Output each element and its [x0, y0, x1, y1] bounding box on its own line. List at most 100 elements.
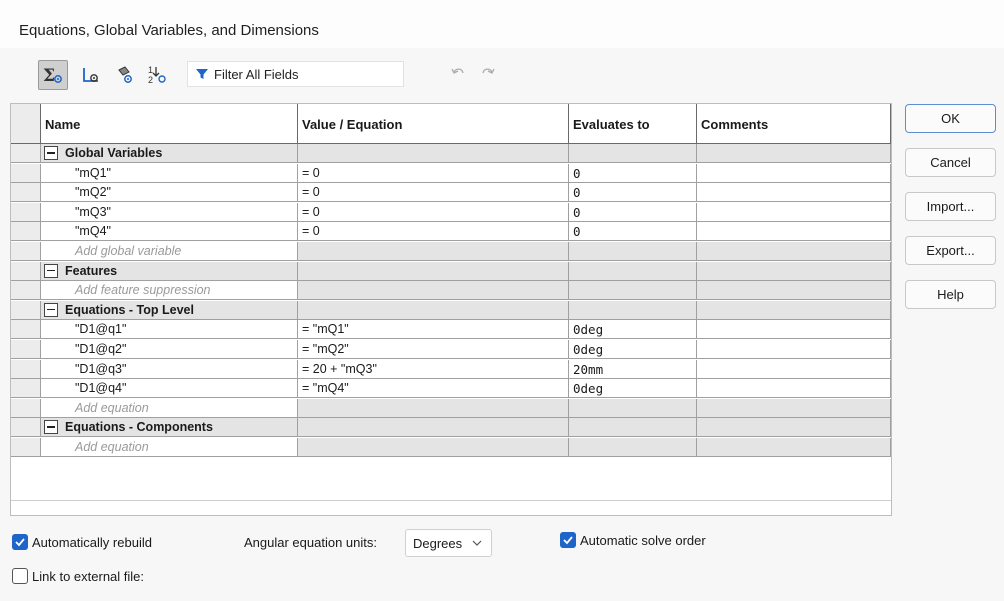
row-selector[interactable] [11, 202, 41, 222]
value-cell[interactable]: = 0 [298, 183, 569, 203]
table-row[interactable]: "mQ4" = 00 [11, 222, 891, 242]
value-cell[interactable]: = 20 + "mQ3" [298, 359, 569, 379]
add-entry-cell[interactable]: Add global variable [41, 242, 298, 261]
table-row[interactable]: "D1@q1" = "mQ1" 0deg [11, 320, 891, 340]
export-button[interactable]: Export... [905, 236, 996, 265]
comment-cell[interactable] [697, 320, 891, 340]
table-row[interactable]: "mQ1" = 00 [11, 163, 891, 183]
value-cell[interactable]: = "mQ2" [298, 340, 569, 359]
value-cell[interactable]: = 0 [298, 163, 569, 183]
equations-dialog: Equations, Global Variables, and Dimensi… [0, 0, 1004, 601]
evaluates-cell: 0deg [569, 340, 697, 359]
evaluates-cell: 0deg [569, 379, 697, 399]
value-cell[interactable]: = "mQ4" [298, 379, 569, 399]
dimension-view-button[interactable] [110, 60, 140, 90]
row-selector[interactable] [11, 418, 41, 438]
sketch-equation-view-button[interactable] [76, 60, 106, 90]
equation-view-button[interactable]: Σ [38, 60, 68, 90]
section-row[interactable]: Equations - Top Level [11, 300, 891, 320]
row-selector[interactable] [11, 222, 41, 242]
comment-cell[interactable] [697, 183, 891, 203]
collapse-icon[interactable] [44, 302, 58, 317]
section-row[interactable]: Features [11, 261, 891, 281]
comment-cell[interactable] [697, 202, 891, 222]
undo-icon[interactable] [450, 66, 466, 80]
add-row[interactable]: Add feature suppression [11, 281, 891, 301]
checkbox-checked-icon [560, 532, 576, 548]
row-selector[interactable] [11, 183, 41, 203]
angular-units-label: Angular equation units: [244, 535, 377, 550]
table-row[interactable]: "D1@q3" = 20 + "mQ3" 20mm [11, 359, 891, 379]
add-entry-cell[interactable]: Add feature suppression [41, 281, 298, 301]
section-row[interactable]: Equations - Components [11, 418, 891, 438]
add-row[interactable]: Add equation [11, 398, 891, 418]
value-cell [298, 242, 569, 261]
column-header-name[interactable]: Name [41, 104, 298, 144]
comment-cell[interactable] [697, 379, 891, 399]
column-header-value[interactable]: Value / Equation [298, 104, 569, 144]
row-selector[interactable] [11, 398, 41, 418]
value-cell [298, 261, 569, 281]
table-footer [11, 500, 891, 515]
table-row[interactable]: "mQ3" = 00 [11, 202, 891, 222]
comment-cell [697, 144, 891, 163]
row-selector[interactable] [11, 300, 41, 320]
svg-text:2: 2 [148, 75, 153, 85]
name-cell[interactable]: "D1@q4" [41, 379, 298, 399]
section-row[interactable]: Global Variables [11, 144, 891, 163]
collapse-icon[interactable] [44, 420, 58, 435]
row-selector[interactable] [11, 261, 41, 281]
add-row[interactable]: Add equation [11, 438, 891, 457]
row-selector[interactable] [11, 379, 41, 399]
name-cell[interactable]: "mQ2" [41, 183, 298, 203]
value-cell[interactable]: = "mQ1" [298, 320, 569, 340]
table-row[interactable]: "mQ2" = 00 [11, 183, 891, 203]
add-entry-cell[interactable]: Add equation [41, 398, 298, 418]
row-selector[interactable] [11, 359, 41, 379]
ok-button[interactable]: OK [905, 104, 996, 133]
redo-icon[interactable] [480, 66, 496, 80]
import-button[interactable]: Import... [905, 192, 996, 221]
section-label: Equations - Components [65, 420, 213, 435]
row-selector[interactable] [11, 163, 41, 183]
name-cell[interactable]: "D1@q3" [41, 359, 298, 379]
name-cell[interactable]: "D1@q2" [41, 340, 298, 359]
row-selector[interactable] [11, 340, 41, 359]
row-selector[interactable] [11, 281, 41, 301]
section-label: Equations - Top Level [65, 302, 194, 317]
row-selector-header [11, 104, 41, 144]
auto-solve-checkbox[interactable]: Automatic solve order [560, 532, 706, 548]
row-selector[interactable] [11, 320, 41, 340]
column-header-evaluates[interactable]: Evaluates to [569, 104, 697, 144]
angular-units-select[interactable]: Degrees [405, 529, 492, 557]
row-selector[interactable] [11, 438, 41, 457]
link-external-checkbox[interactable]: Link to external file: [12, 568, 144, 584]
checkbox-checked-icon [12, 534, 28, 550]
auto-rebuild-checkbox[interactable]: Automatically rebuild [12, 534, 152, 550]
collapse-icon[interactable] [44, 263, 58, 278]
value-cell[interactable]: = 0 [298, 222, 569, 242]
name-cell[interactable]: "mQ4" [41, 222, 298, 242]
row-selector[interactable] [11, 242, 41, 261]
comment-cell[interactable] [697, 359, 891, 379]
column-header-comments[interactable]: Comments [697, 104, 891, 144]
filter-field[interactable]: Filter All Fields [187, 61, 404, 87]
add-row[interactable]: Add global variable [11, 242, 891, 261]
ordered-view-button[interactable]: 12 [142, 60, 172, 90]
help-button[interactable]: Help [905, 280, 996, 309]
name-cell[interactable]: "mQ3" [41, 202, 298, 222]
name-cell[interactable]: "D1@q1" [41, 320, 298, 340]
comment-cell [697, 438, 891, 457]
cancel-button[interactable]: Cancel [905, 148, 996, 177]
row-selector[interactable] [11, 144, 41, 163]
add-entry-cell[interactable]: Add equation [41, 438, 298, 457]
comment-cell[interactable] [697, 163, 891, 183]
table-row[interactable]: "D1@q4" = "mQ4" 0deg [11, 379, 891, 399]
value-cell[interactable]: = 0 [298, 202, 569, 222]
table-row[interactable]: "D1@q2" = "mQ2" 0deg [11, 340, 891, 359]
comment-cell[interactable] [697, 222, 891, 242]
comment-cell [697, 418, 891, 438]
comment-cell[interactable] [697, 340, 891, 359]
name-cell[interactable]: "mQ1" [41, 163, 298, 183]
collapse-icon[interactable] [44, 146, 58, 160]
